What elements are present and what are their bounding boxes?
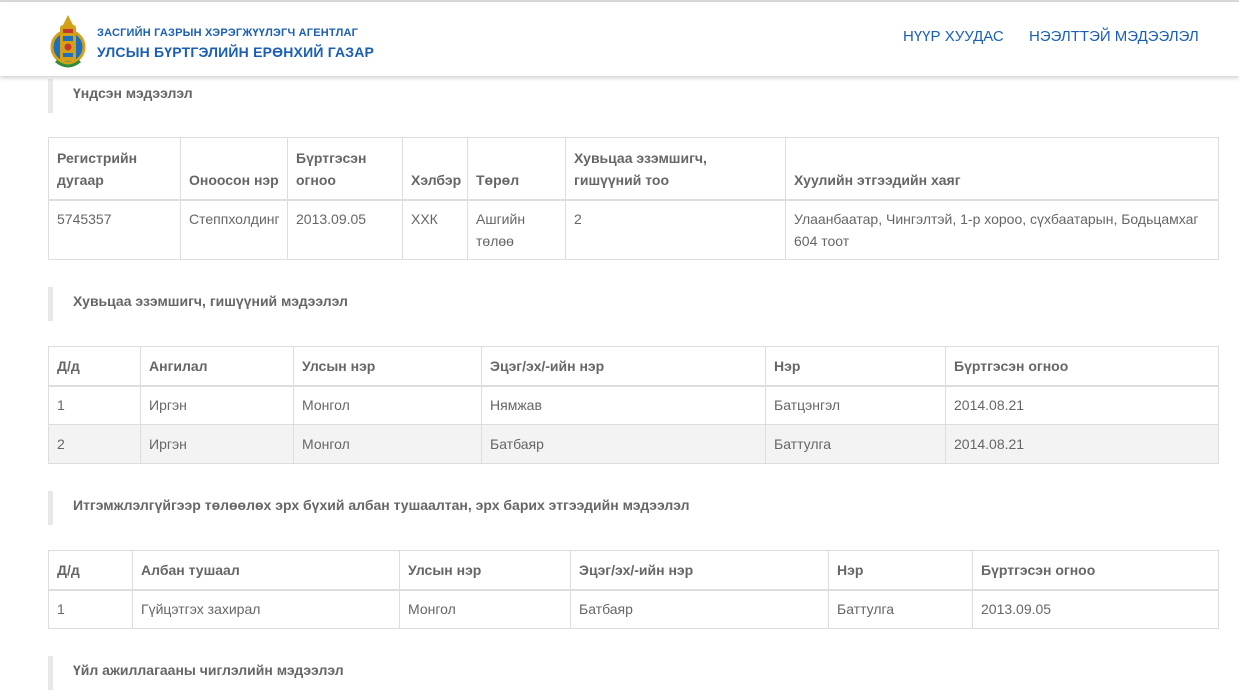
column-header: Нэр bbox=[765, 346, 946, 387]
column-header: Хэлбэр bbox=[402, 137, 468, 201]
table-cell: Монгол bbox=[293, 424, 482, 464]
column-header: Эцэг/эх/-ийн нэр bbox=[481, 346, 766, 387]
authorized-officials-table: Д/д Албан тушаал Улсын нэр Эцэг/эх/-ийн … bbox=[48, 550, 1219, 629]
table-cell: Гүйцэтгэх захирал bbox=[132, 589, 400, 629]
column-header: Улсын нэр bbox=[293, 346, 482, 387]
authorized-officials-title: Итгэмжлэлгүйгээр төлөөлөх эрх бүхий алба… bbox=[48, 491, 1218, 525]
column-header: Эцэг/эх/-ийн нэр bbox=[570, 550, 829, 591]
table-cell: Нямжав bbox=[481, 385, 766, 425]
table-cell: Степпхолдинг bbox=[180, 199, 288, 260]
table-cell: 5745357 bbox=[48, 199, 181, 260]
table-cell: Иргэн bbox=[140, 424, 294, 464]
site-header: ЗАСГИЙН ГАЗРЫН ХЭРЭГЖҮҮЛЭГЧ АГЕНТЛАГ УЛС… bbox=[0, 2, 1239, 76]
table-cell: Батцэнгэл bbox=[765, 385, 946, 425]
basic-info-table: Регистрийн дугаар Оноосон нэр Бүртгэсэн … bbox=[48, 137, 1219, 260]
table-cell: 2013.09.05 bbox=[972, 589, 1219, 629]
nav-home-link[interactable]: НҮҮР ХУУДАС bbox=[903, 28, 1004, 45]
table-row: 2 Иргэн Монгол Батбаяр Баттулга 2014.08.… bbox=[48, 424, 1219, 464]
column-header: Төрөл bbox=[467, 137, 566, 201]
table-cell: Баттулга bbox=[828, 589, 973, 629]
table-cell: 2 bbox=[48, 424, 141, 464]
column-header: Улсын нэр bbox=[399, 550, 571, 591]
agency-name: ЗАСГИЙН ГАЗРЫН ХЭРЭГЖҮҮЛЭГЧ АГЕНТЛАГ bbox=[97, 27, 359, 39]
column-header: Хуулийн этгээдийн хаяг bbox=[785, 137, 1219, 201]
table-cell: Баттулга bbox=[765, 424, 946, 464]
table-cell: Монгол bbox=[399, 589, 571, 629]
table-cell: Иргэн bbox=[140, 385, 294, 425]
column-header: Оноосон нэр bbox=[180, 137, 288, 201]
table-cell: Улаанбаатар, Чингэлтэй, 1-р хороо, сүхба… bbox=[785, 199, 1219, 260]
table-row: 5745357 Степпхолдинг 2013.09.05 ХХК Ашги… bbox=[48, 199, 1219, 260]
table-row: 1 Иргэн Монгол Нямжав Батцэнгэл 2014.08.… bbox=[48, 385, 1219, 425]
activity-info-title: Үйл ажиллагааны чиглэлийн мэдээлэл bbox=[48, 656, 1218, 690]
table-cell: 1 bbox=[48, 385, 141, 425]
column-header: Д/д bbox=[48, 346, 141, 387]
table-header-row: Регистрийн дугаар Оноосон нэр Бүртгэсэн … bbox=[48, 137, 1219, 201]
column-header: Регистрийн дугаар bbox=[48, 137, 181, 201]
table-cell: 2014.08.21 bbox=[945, 424, 1219, 464]
table-cell: Батбаяр bbox=[481, 424, 766, 464]
table-header-row: Д/д Ангилал Улсын нэр Эцэг/эх/-ийн нэр Н… bbox=[48, 346, 1219, 387]
nav-open-info-link[interactable]: НЭЭЛТТЭЙ МЭДЭЭЛЭЛ bbox=[1029, 28, 1199, 45]
table-cell: 2013.09.05 bbox=[287, 199, 403, 260]
organization-name: УЛСЫН БҮРТГЭЛИЙН ЕРӨНХИЙ ГАЗАР bbox=[97, 44, 375, 60]
column-header: Албан тушаал bbox=[132, 550, 400, 591]
column-header: Хувьцаа эзэмшигч, гишүүний тоо bbox=[565, 137, 786, 201]
column-header: Нэр bbox=[828, 550, 973, 591]
column-header: Бүртгэсэн огноо bbox=[287, 137, 403, 201]
column-header: Бүртгэсэн огноо bbox=[972, 550, 1219, 591]
column-header: Д/д bbox=[48, 550, 133, 591]
table-cell: ХХК bbox=[402, 199, 468, 260]
state-emblem-icon bbox=[50, 15, 86, 68]
shareholders-title: Хувьцаа эзэмшигч, гишүүний мэдээлэл bbox=[48, 287, 1218, 321]
column-header: Бүртгэсэн огноо bbox=[945, 346, 1219, 387]
table-row: 1 Гүйцэтгэх захирал Монгол Батбаяр Батту… bbox=[48, 589, 1219, 629]
table-cell: Батбаяр bbox=[570, 589, 829, 629]
table-cell: Монгол bbox=[293, 385, 482, 425]
table-cell: 2014.08.21 bbox=[945, 385, 1219, 425]
table-cell: 2 bbox=[565, 199, 786, 260]
table-cell: 1 bbox=[48, 589, 133, 629]
basic-info-title: Үндсэн мэдээлэл bbox=[48, 79, 1218, 113]
shareholders-table: Д/д Ангилал Улсын нэр Эцэг/эх/-ийн нэр Н… bbox=[48, 346, 1219, 464]
table-cell: Ашгийн төлөө bbox=[467, 199, 566, 260]
column-header: Ангилал bbox=[140, 346, 294, 387]
table-header-row: Д/д Албан тушаал Улсын нэр Эцэг/эх/-ийн … bbox=[48, 550, 1219, 591]
